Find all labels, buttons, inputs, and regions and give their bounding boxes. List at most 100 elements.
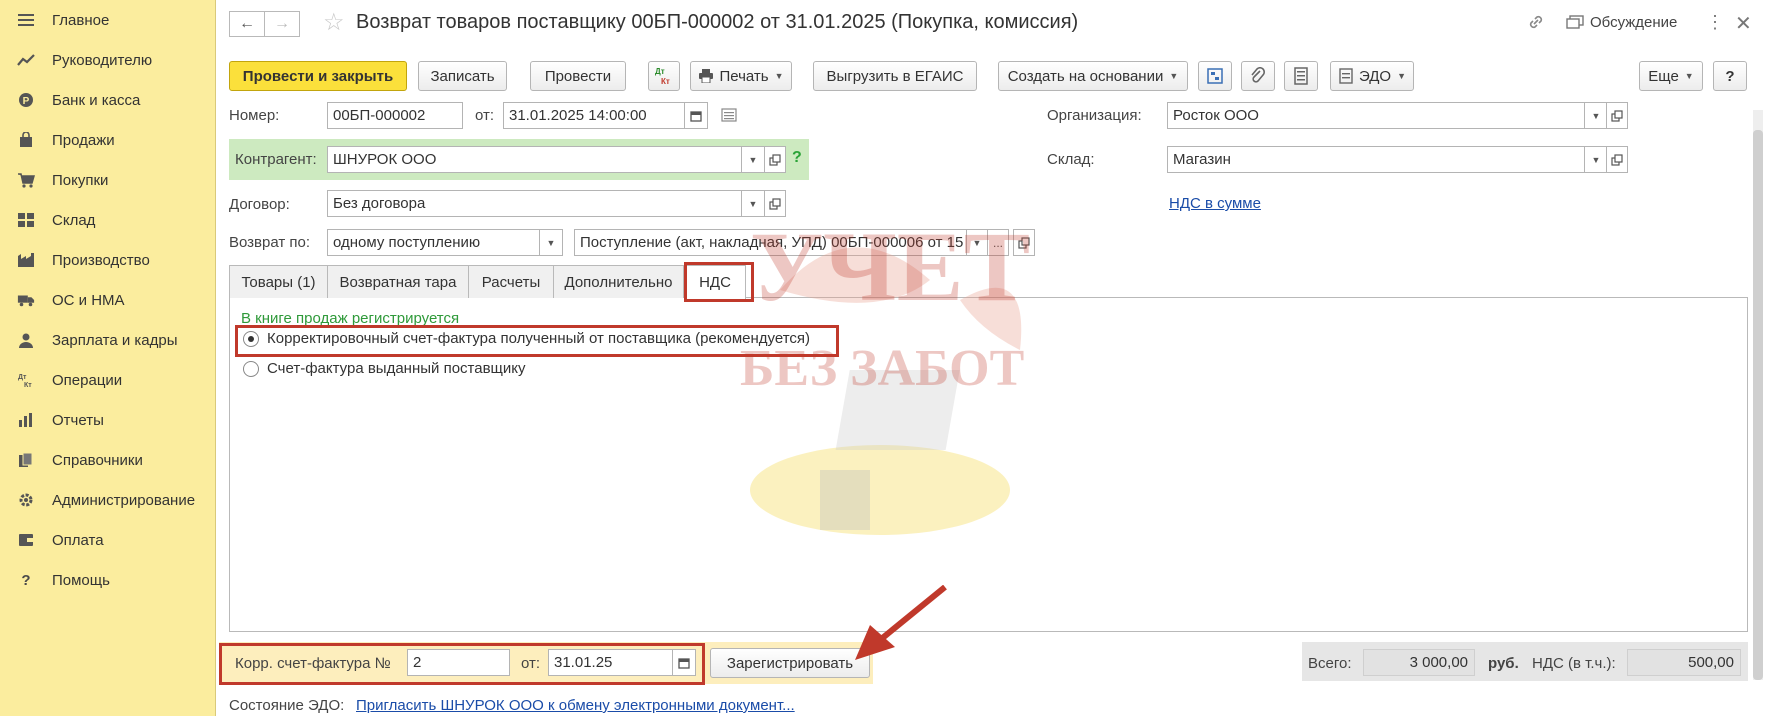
document-icon[interactable] [721,108,737,126]
link-icon[interactable] [1526,12,1546,37]
chevron-down-icon: ▼ [972,237,982,248]
create-based-on-button[interactable]: Создать на основании ▼ [998,61,1188,91]
tab-goods[interactable]: Товары (1) [229,265,328,298]
edo-button[interactable]: ЭДО ▼ [1330,61,1414,91]
sidebar-item-label: Администрирование [52,491,196,509]
total-value: 3 000,00 [1363,649,1475,676]
contractor-help-icon[interactable]: ? [792,149,802,167]
scrollbar-thumb[interactable] [1753,130,1763,680]
truck-icon [17,291,35,309]
discussion-icon[interactable] [1566,15,1584,36]
sidebar-item-production[interactable]: Производство [0,240,216,280]
receipt-field[interactable]: Поступление (акт, накладная, УПД) 00БП-0… [574,229,968,256]
corr-date-field[interactable]: 31.01.25 [548,649,673,676]
post-and-close-button[interactable]: Провести и закрыть [229,61,407,91]
export-egais-button[interactable]: Выгрузить в ЕГАИС [813,61,977,91]
sidebar-item-label: Справочники [52,451,143,469]
chevron-down-icon: ▼ [1169,71,1179,81]
tab-returnable-packaging[interactable]: Возвратная тара [327,265,469,298]
number-field[interactable]: 00БП-000002 [327,102,463,129]
date-field[interactable]: 31.01.2025 14:00:00 [503,102,685,129]
contract-dropdown-button[interactable]: ▼ [741,190,765,217]
edo-invite-link[interactable]: Пригласить ШНУРОК ООО к обмену электронн… [356,697,795,714]
radio-issued-invoice[interactable] [243,361,259,377]
radio-issued-invoice-label[interactable]: Счет-фактура выданный поставщику [267,360,526,377]
tab-settlements[interactable]: Расчеты [468,265,554,298]
receipt-open-button[interactable] [1013,229,1035,256]
sidebar: Главное Руководителю P Банк и касса Прод… [0,0,216,716]
organization-open-button[interactable] [1606,102,1628,129]
attach-button[interactable] [1241,61,1275,91]
sidebar-item-bank[interactable]: P Банк и касса [0,80,216,120]
sidebar-item-help[interactable]: ? Помощь [0,560,216,600]
chevron-down-icon: ▼ [546,237,556,248]
contract-open-button[interactable] [764,190,786,217]
favorite-star-icon[interactable]: ☆ [323,8,345,37]
chevron-down-icon: ▼ [748,198,758,209]
sidebar-item-salary[interactable]: Зарплата и кадры [0,320,216,360]
tab-additional[interactable]: Дополнительно [553,265,684,298]
cart-icon [17,171,35,189]
total-label: Всего: [1308,655,1352,672]
factory-icon [17,251,35,269]
back-button[interactable]: ← [229,11,265,37]
sidebar-item-operations[interactable]: Дт Кт Операции [0,360,216,400]
svg-text:Кт: Кт [661,77,670,86]
more-label: Еще [1648,67,1679,85]
return-by-dropdown-button[interactable]: ▼ [539,229,563,256]
more-button[interactable]: Еще ▼ [1639,61,1703,91]
contractor-field[interactable]: ШНУРОК ООО [327,146,743,173]
dt-kt-icon: ДтКт [17,371,35,389]
sidebar-item-warehouse[interactable]: Склад [0,200,216,240]
close-icon[interactable]: ✕ [1735,11,1752,36]
forward-button[interactable]: → [264,11,300,37]
sidebar-item-label: Операции [52,371,123,389]
calendar-icon [678,657,690,669]
warehouse-field[interactable]: Магазин [1167,146,1586,173]
coin-icon: P [17,91,35,109]
organization-dropdown-button[interactable]: ▼ [1584,102,1608,129]
report-button[interactable] [1284,61,1318,91]
contractor-label: Контрагент: [235,151,317,168]
chart-icon [17,411,35,429]
menu-icon [17,11,35,29]
sidebar-item-admin[interactable]: Администрирование [0,480,216,520]
calendar-button[interactable] [684,102,708,129]
open-icon [769,197,781,210]
contractor-open-button[interactable] [764,146,786,173]
contract-label: Договор: [229,196,290,213]
sidebar-item-assets[interactable]: ОС и НМА [0,280,216,320]
help-button[interactable]: ? [1713,61,1747,91]
sidebar-item-payment[interactable]: Оплата [0,520,216,560]
receipt-dropdown-button[interactable]: ▼ [966,229,988,256]
corr-calendar-button[interactable] [672,649,696,676]
receipt-select-button[interactable]: ... [987,229,1009,256]
open-icon [1611,109,1623,122]
corr-invoice-number-field[interactable]: 2 [407,649,510,676]
contractor-dropdown-button[interactable]: ▼ [741,146,765,173]
more-vertical-icon[interactable]: ⋮ [1706,12,1724,33]
discussion-label[interactable]: Обсуждение [1590,14,1677,31]
sidebar-item-manager[interactable]: Руководителю [0,40,216,80]
sidebar-item-label: Покупки [52,171,109,189]
warehouse-open-button[interactable] [1606,146,1628,173]
vat-in-sum-link[interactable]: НДС в сумме [1169,195,1261,212]
print-button[interactable]: Печать ▼ [690,61,792,91]
organization-field[interactable]: Росток ООО [1167,102,1586,129]
organization-label: Организация: [1047,107,1142,124]
chevron-down-icon: ▼ [1397,71,1407,81]
sidebar-item-reports[interactable]: Отчеты [0,400,216,440]
register-button[interactable]: Зарегистрировать [710,648,870,678]
corr-date-label: от: [521,655,541,672]
post-button[interactable]: Провести [530,61,626,91]
sidebar-item-main[interactable]: Главное [0,0,216,40]
sidebar-item-sales[interactable]: Продажи [0,120,216,160]
warehouse-dropdown-button[interactable]: ▼ [1584,146,1608,173]
contract-field[interactable]: Без договора [327,190,743,217]
dt-kt-button[interactable]: Дт Кт [648,61,680,91]
save-button[interactable]: Записать [418,61,507,91]
return-by-field[interactable]: одному поступлению [327,229,541,256]
sidebar-item-purchases[interactable]: Покупки [0,160,216,200]
structure-button[interactable] [1198,61,1232,91]
sidebar-item-references[interactable]: Справочники [0,440,216,480]
